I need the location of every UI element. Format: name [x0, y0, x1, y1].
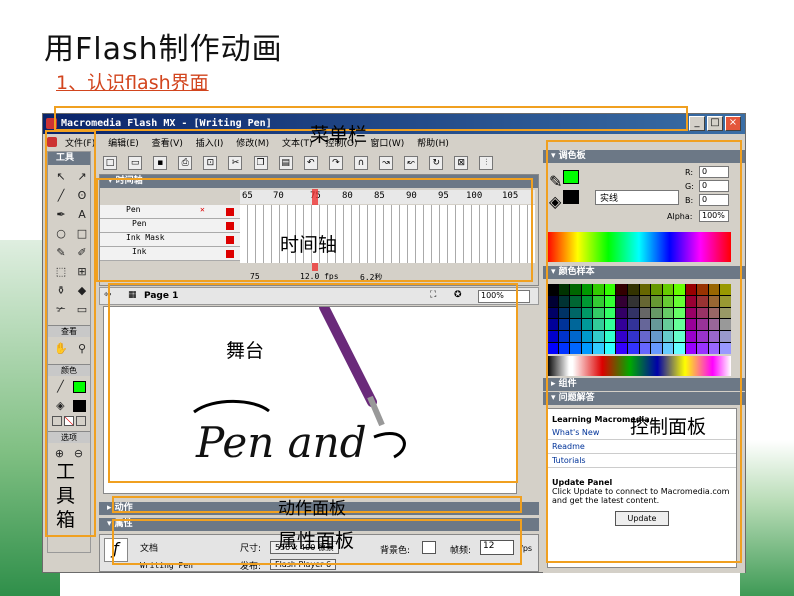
- control-panels-highlight: [546, 140, 742, 563]
- stage-highlight: [108, 283, 518, 483]
- main-toolbar: □ ▭ ▪ ⎙ ⊡ ✂ ❐ ▤ ↶ ↷ ∩ ↝ ↜ ↻ ⊠ ⫶: [99, 150, 544, 172]
- properties-note: 属性面板: [278, 530, 355, 552]
- open-icon[interactable]: ▭: [128, 156, 143, 170]
- cut-icon[interactable]: ✂: [228, 156, 243, 170]
- toolbox-note: 工具箱: [56, 461, 76, 531]
- maximize-button[interactable]: □: [707, 116, 723, 131]
- rotate-icon[interactable]: ↻: [429, 156, 444, 170]
- snap-icon[interactable]: ∩: [353, 156, 368, 170]
- slide-title: 用Flash制作动画: [44, 32, 283, 67]
- menubar-note: 菜单栏: [310, 124, 368, 146]
- new-icon[interactable]: □: [103, 156, 117, 170]
- print-preview-icon[interactable]: ⊡: [203, 156, 218, 170]
- menubar-highlight: [54, 106, 688, 131]
- decor-green-right: [740, 440, 794, 596]
- redo-icon[interactable]: ↷: [328, 156, 343, 170]
- slide-subtitle: 1、认识flash界面: [56, 72, 209, 94]
- menu-window[interactable]: 窗口(W): [370, 136, 404, 149]
- undo-icon[interactable]: ↶: [303, 156, 318, 170]
- close-button[interactable]: ×: [725, 116, 741, 131]
- menu-help[interactable]: 帮助(H): [417, 136, 449, 149]
- timeline-note: 时间轴: [280, 234, 338, 256]
- save-icon[interactable]: ▪: [153, 156, 168, 170]
- straighten-icon[interactable]: ↜: [404, 156, 419, 170]
- menu-insert[interactable]: 插入(I): [196, 136, 224, 149]
- paste-icon[interactable]: ▤: [278, 156, 293, 170]
- align-icon[interactable]: ⫶: [479, 156, 494, 170]
- stage-note: 舞台: [226, 340, 265, 362]
- actions-note: 动作面板: [278, 499, 346, 519]
- copy-icon[interactable]: ❐: [253, 156, 268, 170]
- minimize-button[interactable]: _: [689, 116, 705, 131]
- menu-view[interactable]: 查看(V): [152, 136, 183, 149]
- print-icon[interactable]: ⎙: [178, 156, 193, 170]
- menu-edit[interactable]: 编辑(E): [108, 136, 139, 149]
- menu-text[interactable]: 文本(T): [282, 136, 313, 149]
- menu-modify[interactable]: 修改(M): [236, 136, 269, 149]
- scale-icon[interactable]: ⊠: [454, 156, 469, 170]
- smooth-icon[interactable]: ↝: [379, 156, 394, 170]
- control-panels-note: 控制面板: [630, 416, 707, 438]
